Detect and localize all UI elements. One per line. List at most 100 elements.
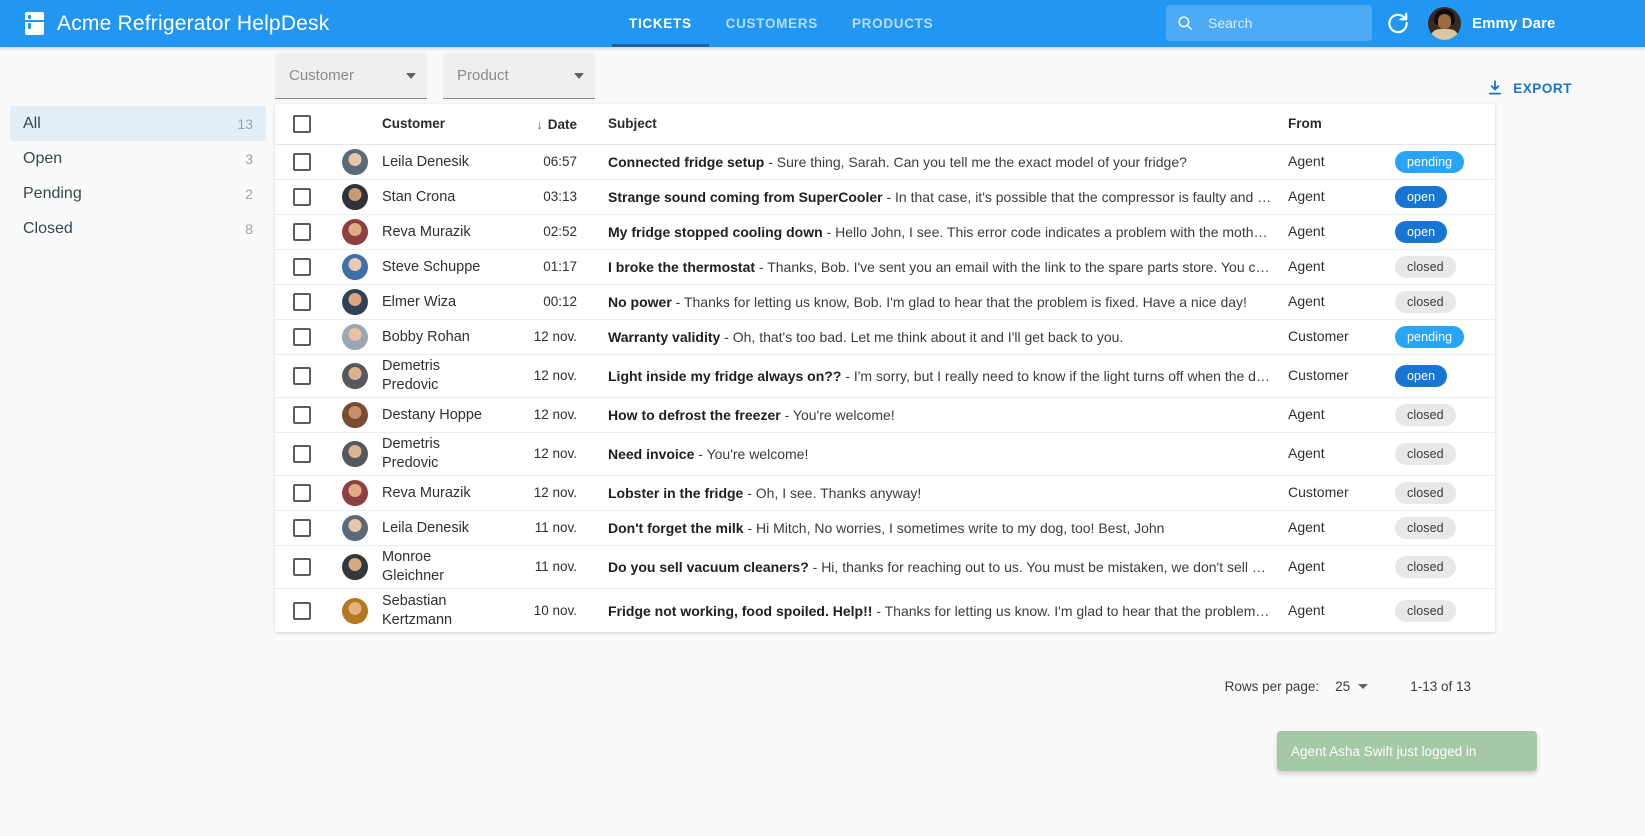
refresh-button[interactable] bbox=[1385, 10, 1411, 36]
row-subject-text: Need invoice - You're welcome! bbox=[608, 446, 1272, 462]
row-checkbox[interactable] bbox=[293, 328, 311, 346]
column-header-date[interactable]: ↓ Date bbox=[510, 117, 583, 132]
row-select-cell bbox=[275, 328, 328, 346]
avatar bbox=[342, 554, 368, 580]
row-customer: MonroeGleichner bbox=[382, 548, 510, 586]
table-row[interactable]: Leila Denesik06:57Connected fridge setup… bbox=[275, 145, 1495, 180]
status-badge: closed bbox=[1395, 600, 1456, 622]
status-badge: open bbox=[1395, 365, 1447, 387]
product-filter-label: Product bbox=[457, 67, 509, 84]
table-row[interactable]: Leila Denesik11 nov.Don't forget the mil… bbox=[275, 511, 1495, 546]
row-date-text: 11 nov. bbox=[535, 520, 577, 535]
sidebar-item-all[interactable]: All 13 bbox=[10, 106, 266, 141]
row-from-text: Agent bbox=[1288, 558, 1325, 574]
row-from: Agent bbox=[1288, 293, 1395, 311]
arrow-down-icon: ↓ bbox=[536, 117, 543, 132]
row-customer: Steve Schuppe bbox=[382, 258, 510, 277]
row-subject-text: Don't forget the milk - Hi Mitch, No wor… bbox=[608, 520, 1272, 536]
row-customer: SebastianKertzmann bbox=[382, 592, 510, 630]
row-checkbox[interactable] bbox=[293, 188, 311, 206]
table-row[interactable]: DemetrisPredovic12 nov.Need invoice - Yo… bbox=[275, 433, 1495, 476]
row-avatar-cell bbox=[328, 149, 382, 175]
table-row[interactable]: MonroeGleichner11 nov.Do you sell vacuum… bbox=[275, 546, 1495, 589]
row-avatar-cell bbox=[328, 480, 382, 506]
sidebar-item-open[interactable]: Open 3 bbox=[10, 141, 266, 176]
product-filter-select[interactable]: Product bbox=[443, 53, 595, 99]
row-customer: Leila Denesik bbox=[382, 153, 510, 172]
row-from: Agent bbox=[1288, 153, 1395, 171]
row-from-text: Customer bbox=[1288, 367, 1349, 383]
search-input[interactable] bbox=[1206, 14, 1362, 32]
row-date: 12 nov. bbox=[510, 328, 583, 346]
row-customer-name: Reva Murazik bbox=[382, 485, 471, 501]
row-checkbox[interactable] bbox=[293, 293, 311, 311]
sidebar-item-pending[interactable]: Pending 2 bbox=[10, 176, 266, 211]
brand[interactable]: Acme Refrigerator HelpDesk bbox=[0, 12, 329, 36]
table-row[interactable]: Reva Murazik12 nov.Lobster in the fridge… bbox=[275, 476, 1495, 511]
pagination-range: 1-13 of 13 bbox=[1410, 679, 1471, 694]
row-customer-name: Elmer Wiza bbox=[382, 294, 456, 310]
table-row[interactable]: Steve Schuppe01:17I broke the thermostat… bbox=[275, 250, 1495, 285]
row-from: Agent bbox=[1288, 406, 1395, 424]
row-checkbox[interactable] bbox=[293, 223, 311, 241]
table-row[interactable]: Reva Murazik02:52My fridge stopped cooli… bbox=[275, 215, 1495, 250]
row-subject-text: Connected fridge setup - Sure thing, Sar… bbox=[608, 154, 1272, 170]
tab-products[interactable]: PRODUCTS bbox=[835, 0, 950, 47]
row-checkbox[interactable] bbox=[293, 153, 311, 171]
row-select-cell bbox=[275, 445, 328, 463]
row-customer: Elmer Wiza bbox=[382, 293, 510, 312]
rows-per-page-select[interactable]: 25 bbox=[1335, 679, 1368, 694]
column-header-subject[interactable]: Subject bbox=[583, 115, 1288, 133]
export-button[interactable]: EXPORT bbox=[1486, 79, 1572, 97]
row-subject-title: Lobster in the fridge bbox=[608, 485, 743, 501]
column-header-from[interactable]: From bbox=[1288, 115, 1395, 133]
row-from: Agent bbox=[1288, 223, 1395, 241]
row-select-cell bbox=[275, 153, 328, 171]
row-customer: Reva Murazik bbox=[382, 484, 510, 503]
row-checkbox[interactable] bbox=[293, 484, 311, 502]
row-avatar-cell bbox=[328, 219, 382, 245]
status-badge: closed bbox=[1395, 556, 1456, 578]
row-select-cell bbox=[275, 406, 328, 424]
table-row[interactable]: DemetrisPredovic12 nov.Light inside my f… bbox=[275, 355, 1495, 398]
sidebar-item-count: 13 bbox=[237, 116, 253, 132]
tab-customers[interactable]: CUSTOMERS bbox=[709, 0, 835, 47]
table-row[interactable]: Elmer Wiza00:12No power - Thanks for let… bbox=[275, 285, 1495, 320]
row-from: Agent bbox=[1288, 519, 1395, 537]
row-checkbox[interactable] bbox=[293, 558, 311, 576]
row-checkbox[interactable] bbox=[293, 258, 311, 276]
row-from: Agent bbox=[1288, 558, 1395, 576]
row-subject-text: Lobster in the fridge - Oh, I see. Thank… bbox=[608, 485, 1272, 501]
user-menu[interactable]: Emmy Dare bbox=[1428, 7, 1555, 40]
row-customer: Bobby Rohan bbox=[382, 328, 510, 347]
row-checkbox[interactable] bbox=[293, 367, 311, 385]
row-avatar-cell bbox=[328, 254, 382, 280]
row-from-text: Agent bbox=[1288, 293, 1325, 309]
row-subject-title: I broke the thermostat bbox=[608, 259, 755, 275]
tab-tickets[interactable]: TICKETS bbox=[612, 0, 709, 47]
sidebar-item-closed[interactable]: Closed 8 bbox=[10, 211, 266, 246]
row-checkbox[interactable] bbox=[293, 519, 311, 537]
customer-filter-select[interactable]: Customer bbox=[275, 53, 427, 99]
row-select-cell bbox=[275, 223, 328, 241]
status-badge: closed bbox=[1395, 517, 1456, 539]
select-all-checkbox[interactable] bbox=[293, 115, 311, 133]
table-row[interactable]: Destany Hoppe12 nov.How to defrost the f… bbox=[275, 398, 1495, 433]
search-box[interactable] bbox=[1166, 5, 1372, 41]
row-customer-name: Bobby Rohan bbox=[382, 329, 470, 345]
row-subject-text: My fridge stopped cooling down - Hello J… bbox=[608, 224, 1272, 240]
row-subject: Connected fridge setup - Sure thing, Sar… bbox=[583, 154, 1288, 170]
row-from-text: Agent bbox=[1288, 258, 1325, 274]
row-checkbox[interactable] bbox=[293, 445, 311, 463]
table-row[interactable]: SebastianKertzmann10 nov.Fridge not work… bbox=[275, 589, 1495, 632]
table-row[interactable]: Stan Crona03:13Strange sound coming from… bbox=[275, 180, 1495, 215]
app-header: Acme Refrigerator HelpDesk TICKETS CUSTO… bbox=[0, 0, 1645, 47]
row-checkbox[interactable] bbox=[293, 602, 311, 620]
row-status: closed bbox=[1395, 556, 1495, 578]
column-header-customer[interactable]: Customer bbox=[382, 115, 510, 133]
tickets-table: Customer ↓ Date Subject From Leila Denes… bbox=[275, 104, 1495, 632]
row-subject-title: Need invoice bbox=[608, 446, 694, 462]
row-checkbox[interactable] bbox=[293, 406, 311, 424]
row-status: open bbox=[1395, 221, 1495, 243]
table-row[interactable]: Bobby Rohan12 nov.Warranty validity - Oh… bbox=[275, 320, 1495, 355]
